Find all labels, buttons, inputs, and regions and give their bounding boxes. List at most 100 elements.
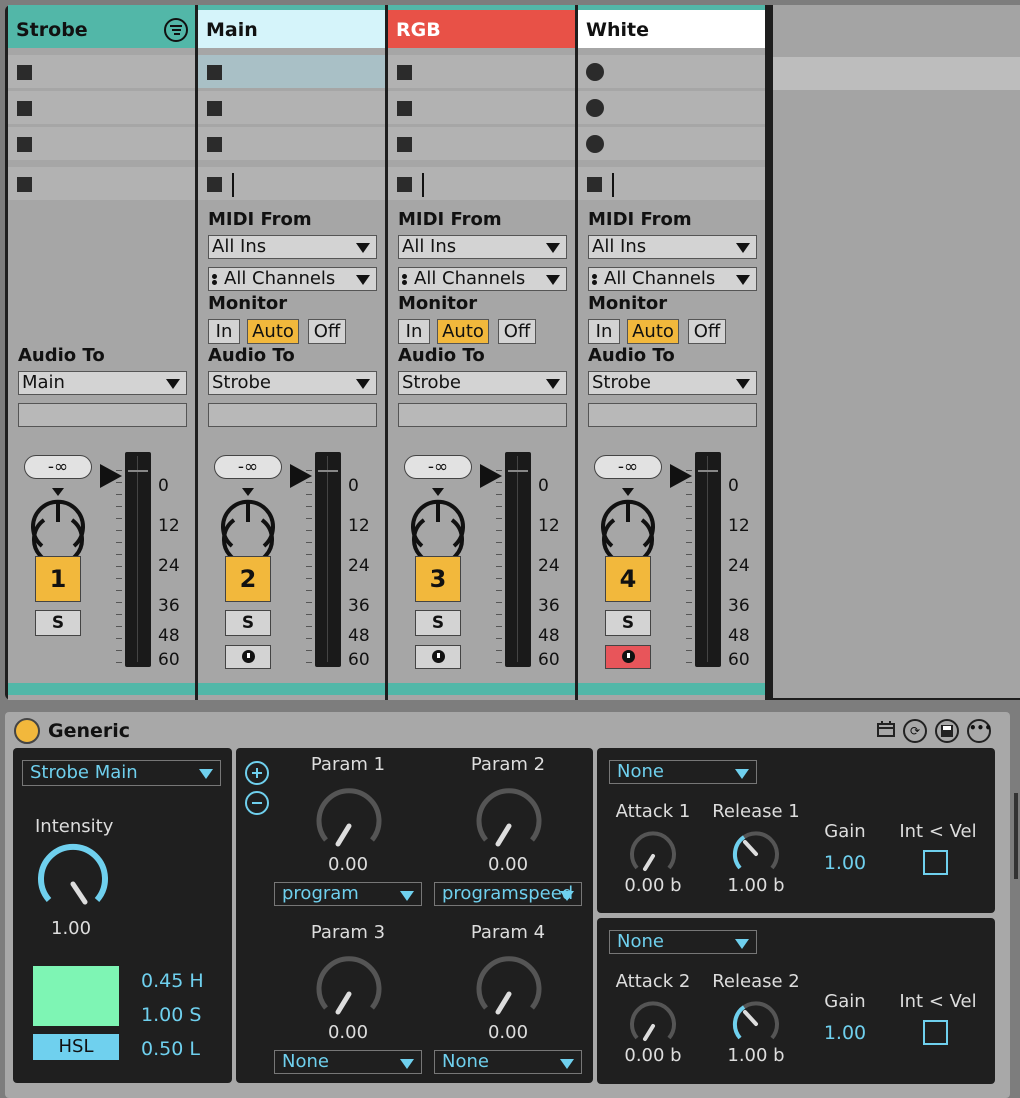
attack-knob[interactable]	[627, 996, 679, 1048]
clip-slot[interactable]	[388, 127, 575, 160]
track-header[interactable]: White	[578, 10, 765, 48]
record-slot-icon[interactable]	[586, 63, 604, 81]
audio-to-channel-field[interactable]	[398, 403, 567, 427]
release-knob[interactable]	[730, 996, 782, 1048]
gain-value[interactable]: 1.00	[815, 1022, 875, 1044]
monitor-in-button[interactable]: In	[398, 319, 430, 344]
record-slot-icon[interactable]	[586, 135, 604, 153]
monitor-in-button[interactable]: In	[208, 319, 240, 344]
pan-knob[interactable]	[218, 486, 278, 556]
solo-button[interactable]: S	[605, 610, 651, 636]
monitor-off-button[interactable]: Off	[498, 319, 536, 344]
device-power-button[interactable]	[14, 718, 40, 744]
hue-value[interactable]: 0.45 H	[141, 970, 204, 992]
envelope-source-select[interactable]: None	[609, 930, 757, 954]
param-mapping-select[interactable]: None	[274, 1050, 422, 1074]
param-knob[interactable]	[312, 950, 386, 1024]
param-knob[interactable]	[472, 950, 546, 1024]
arm-button[interactable]	[225, 645, 271, 669]
add-param-icon[interactable]	[244, 760, 270, 786]
stop-clips-icon[interactable]	[17, 177, 32, 192]
clip-slot[interactable]	[578, 127, 765, 160]
track-header[interactable]: Strobe	[8, 10, 195, 48]
midi-channel-select[interactable]: All Channels	[398, 267, 567, 291]
clip-slot[interactable]	[578, 55, 765, 88]
pan-knob[interactable]	[408, 486, 468, 556]
record-slot-icon[interactable]	[586, 99, 604, 117]
volume-readout[interactable]: -∞	[214, 455, 282, 479]
int-vel-checkbox[interactable]	[923, 850, 948, 875]
group-fold-icon[interactable]	[163, 17, 189, 43]
track-number-button[interactable]: 1	[35, 556, 81, 602]
hsl-mode-button[interactable]: HSL	[33, 1034, 119, 1060]
clip-slot[interactable]	[578, 91, 765, 124]
arm-button[interactable]	[415, 645, 461, 669]
gain-value[interactable]: 1.00	[815, 852, 875, 874]
clip-slot[interactable]	[8, 91, 195, 124]
track-header[interactable]: Main	[198, 10, 385, 48]
stop-slot-icon[interactable]	[207, 137, 222, 152]
stop-all-slot[interactable]	[198, 167, 385, 200]
audio-to-channel-field[interactable]	[208, 403, 377, 427]
clip-slot[interactable]	[8, 127, 195, 160]
solo-button[interactable]: S	[35, 610, 81, 636]
solo-button[interactable]: S	[225, 610, 271, 636]
stop-slot-icon[interactable]	[207, 101, 222, 116]
clip-slot[interactable]	[198, 55, 385, 88]
monitor-auto-button[interactable]: Auto	[627, 319, 679, 344]
stop-clips-icon[interactable]	[587, 177, 602, 192]
monitor-off-button[interactable]: Off	[308, 319, 346, 344]
clip-slot[interactable]	[198, 91, 385, 124]
monitor-auto-button[interactable]: Auto	[247, 319, 299, 344]
monitor-off-button[interactable]: Off	[688, 319, 726, 344]
midi-channel-select[interactable]: All Channels	[588, 267, 757, 291]
arm-button[interactable]	[605, 645, 651, 669]
release-knob[interactable]	[730, 826, 782, 878]
audio-to-select[interactable]: Strobe	[588, 371, 757, 395]
param-mapping-select[interactable]: programspeed	[434, 882, 582, 906]
attack-knob[interactable]	[627, 826, 679, 878]
int-vel-checkbox[interactable]	[923, 1020, 948, 1045]
audio-to-select[interactable]: Main	[18, 371, 187, 395]
clip-slot[interactable]	[388, 91, 575, 124]
track-number-button[interactable]: 3	[415, 556, 461, 602]
stop-all-slot[interactable]	[578, 167, 765, 200]
solo-button[interactable]: S	[415, 610, 461, 636]
device-scrollbar[interactable]	[1014, 793, 1018, 879]
clip-slot[interactable]	[388, 55, 575, 88]
volume-readout[interactable]: -∞	[24, 455, 92, 479]
audio-to-select[interactable]: Strobe	[208, 371, 377, 395]
monitor-auto-button[interactable]: Auto	[437, 319, 489, 344]
lightness-value[interactable]: 0.50 L	[141, 1038, 200, 1060]
pan-knob[interactable]	[598, 486, 658, 556]
track-header[interactable]: RGB	[388, 10, 575, 48]
stop-clips-icon[interactable]	[397, 177, 412, 192]
envelope-source-select[interactable]: None	[609, 760, 757, 784]
refresh-icon[interactable]: ⟳	[903, 719, 927, 743]
stop-slot-icon[interactable]	[397, 65, 412, 80]
param-mapping-select[interactable]: None	[434, 1050, 582, 1074]
clip-slot[interactable]	[8, 55, 195, 88]
saturation-value[interactable]: 1.00 S	[141, 1004, 201, 1026]
audio-to-select[interactable]: Strobe	[398, 371, 567, 395]
more-icon[interactable]: •••	[967, 719, 992, 743]
stop-slot-icon[interactable]	[17, 137, 32, 152]
stop-all-slot[interactable]	[8, 167, 195, 200]
save-icon[interactable]	[935, 719, 959, 743]
stop-slot-icon[interactable]	[17, 101, 32, 116]
audio-to-channel-field[interactable]	[18, 403, 187, 427]
midi-channel-select[interactable]: All Channels	[208, 267, 377, 291]
param-knob[interactable]	[312, 782, 386, 856]
volume-readout[interactable]: -∞	[594, 455, 662, 479]
calendar-icon[interactable]	[874, 719, 898, 743]
volume-readout[interactable]: -∞	[404, 455, 472, 479]
fixture-select[interactable]: Strobe Main	[22, 760, 221, 786]
stop-clips-icon[interactable]	[207, 177, 222, 192]
stop-slot-icon[interactable]	[207, 65, 222, 80]
param-mapping-select[interactable]: program	[274, 882, 422, 906]
track-number-button[interactable]: 2	[225, 556, 271, 602]
param-knob[interactable]	[472, 782, 546, 856]
stop-slot-icon[interactable]	[397, 101, 412, 116]
remove-param-icon[interactable]	[244, 790, 270, 816]
monitor-in-button[interactable]: In	[588, 319, 620, 344]
